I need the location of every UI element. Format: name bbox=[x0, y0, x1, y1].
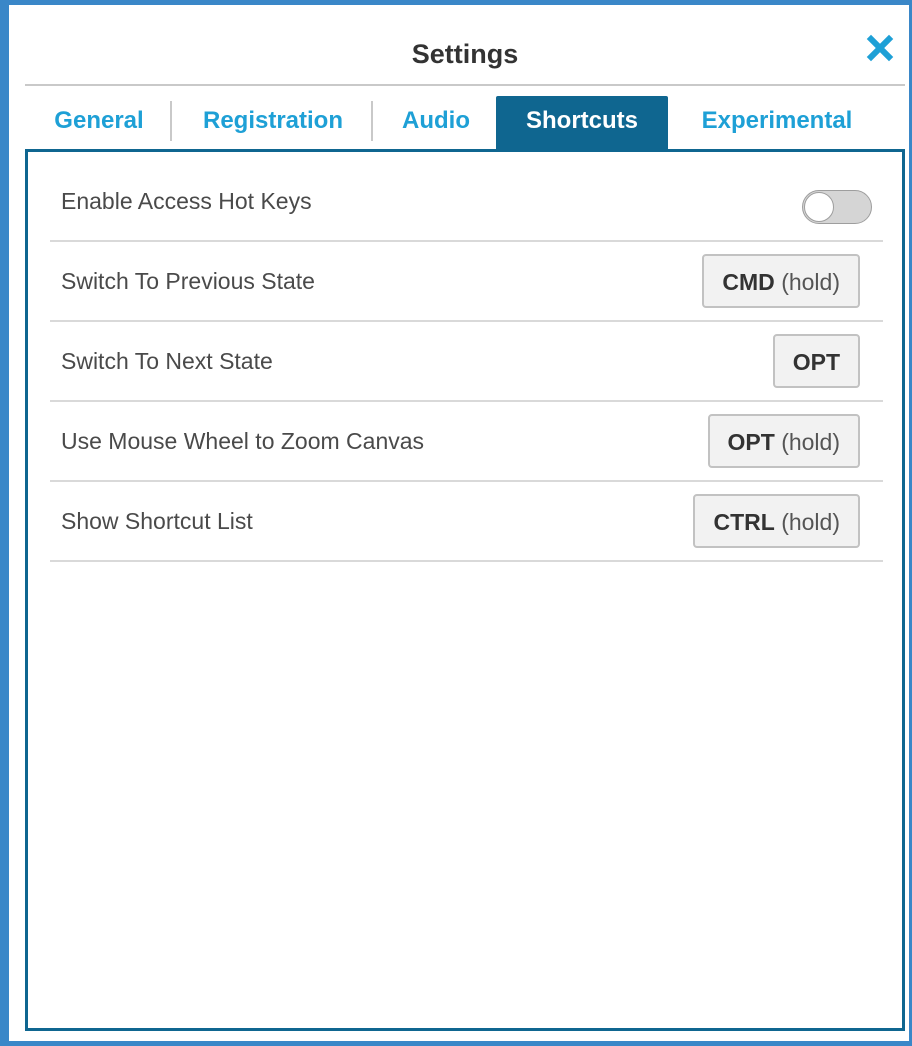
toggle-knob bbox=[804, 192, 834, 222]
key-name: CTRL bbox=[713, 509, 775, 535]
close-icon[interactable] bbox=[865, 33, 895, 63]
setting-row-shortcut-list: Show Shortcut List CTRL (hold) bbox=[50, 482, 883, 562]
setting-row-next-state: Switch To Next State OPT bbox=[50, 322, 883, 402]
key-name: CMD bbox=[722, 269, 775, 295]
key-modifier: (hold) bbox=[781, 509, 840, 535]
key-name: OPT bbox=[792, 349, 840, 375]
shortcuts-panel: Enable Access Hot Keys Switch To Previou… bbox=[25, 149, 905, 1031]
dialog-header: Settings bbox=[25, 25, 905, 86]
tab-divider bbox=[170, 101, 172, 141]
setting-label: Enable Access Hot Keys bbox=[61, 188, 312, 214]
hot-keys-toggle[interactable] bbox=[802, 190, 872, 224]
key-name: OPT bbox=[727, 429, 775, 455]
shortcut-key-button[interactable]: OPT bbox=[772, 334, 860, 388]
setting-label: Switch To Previous State bbox=[61, 268, 315, 294]
tab-experimental[interactable]: Experimental bbox=[677, 96, 877, 150]
shortcut-key-button[interactable]: OPT (hold) bbox=[707, 414, 860, 468]
setting-row-previous-state: Switch To Previous State CMD (hold) bbox=[50, 242, 883, 322]
tab-audio[interactable]: Audio bbox=[383, 96, 489, 150]
setting-label: Show Shortcut List bbox=[61, 508, 253, 534]
tab-general[interactable]: General bbox=[37, 96, 161, 150]
tab-registration[interactable]: Registration bbox=[183, 96, 363, 150]
shortcut-key-button[interactable]: CTRL (hold) bbox=[693, 494, 860, 548]
setting-row-enable-hot-keys: Enable Access Hot Keys bbox=[50, 162, 883, 242]
dialog-title: Settings bbox=[411, 39, 519, 69]
setting-row-zoom-canvas: Use Mouse Wheel to Zoom Canvas OPT (hold… bbox=[50, 402, 883, 482]
key-modifier: (hold) bbox=[781, 429, 840, 455]
tab-divider bbox=[371, 101, 373, 141]
tab-shortcuts[interactable]: Shortcuts bbox=[496, 96, 668, 150]
setting-label: Switch To Next State bbox=[61, 348, 273, 374]
shortcut-key-button[interactable]: CMD (hold) bbox=[702, 254, 860, 308]
setting-label: Use Mouse Wheel to Zoom Canvas bbox=[61, 428, 425, 454]
key-modifier: (hold) bbox=[781, 269, 840, 295]
tab-bar: General Registration Audio Shortcuts Exp… bbox=[25, 96, 905, 150]
